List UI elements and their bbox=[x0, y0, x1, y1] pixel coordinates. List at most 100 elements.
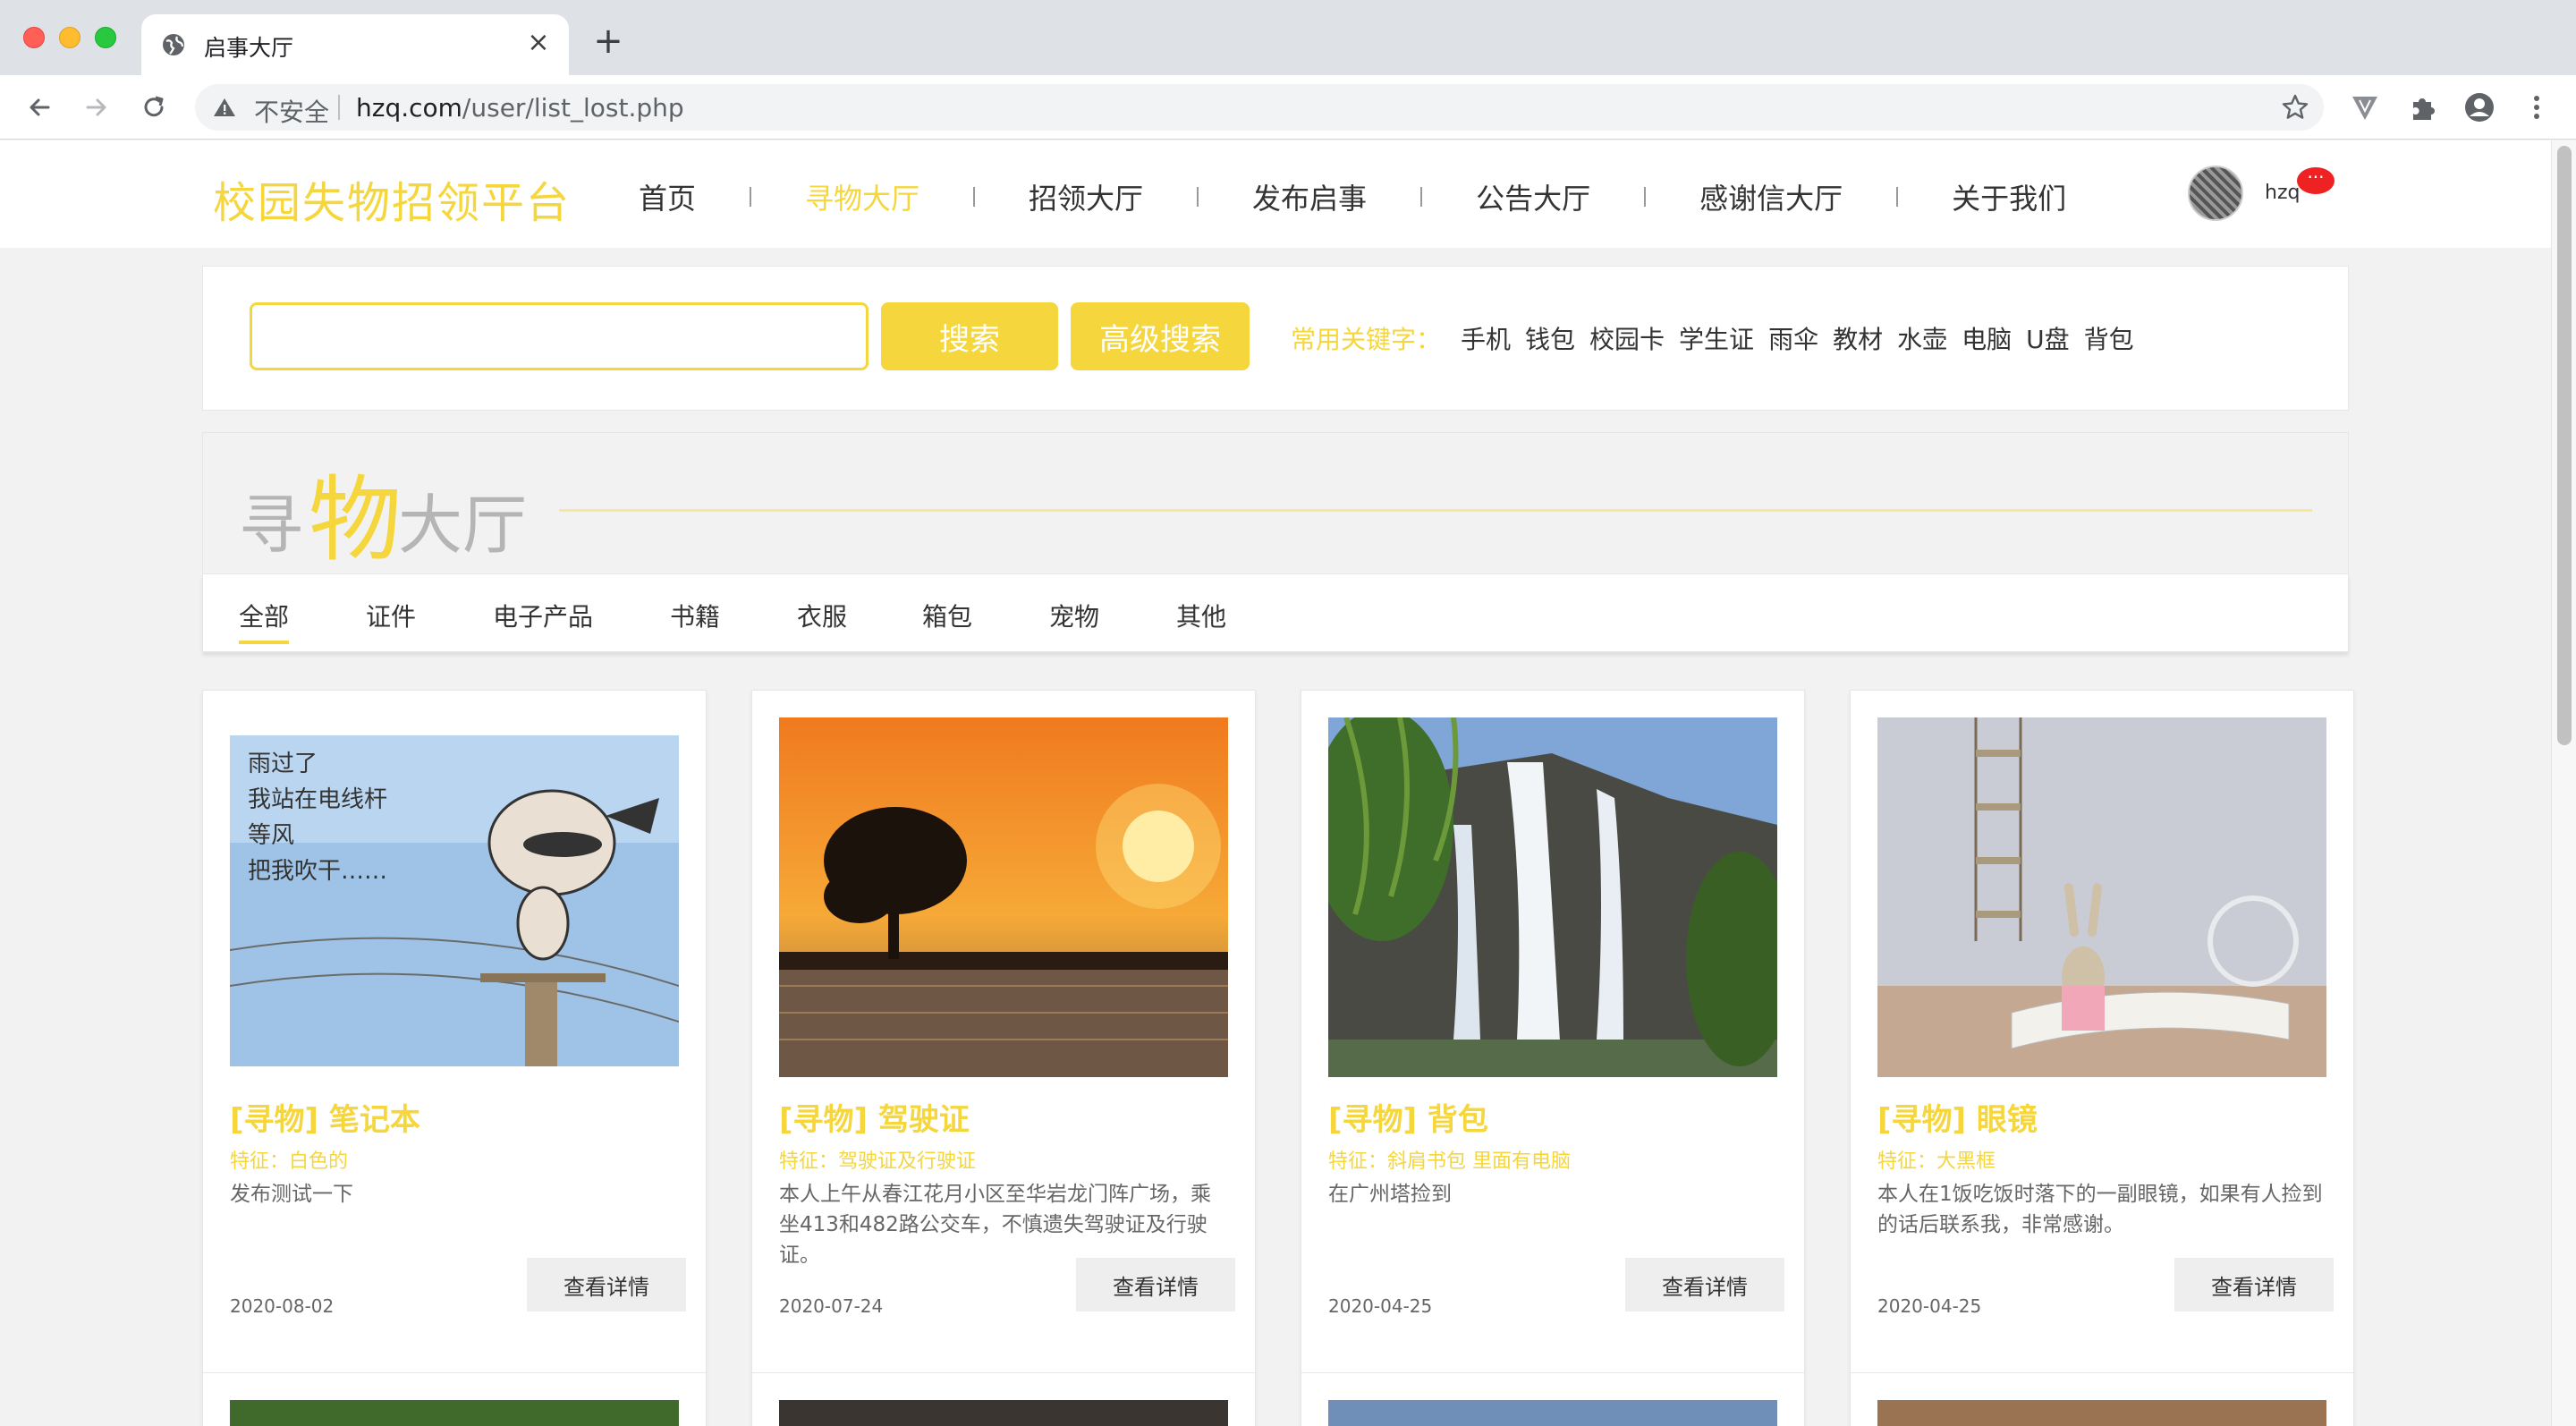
keyword-link[interactable]: U盘 bbox=[2026, 320, 2070, 356]
tab-electronics[interactable]: 电子产品 bbox=[493, 598, 593, 633]
item-title[interactable]: [寻物] 眼镜 bbox=[1877, 1095, 2038, 1139]
view-details-button[interactable]: 查看详情 bbox=[527, 1258, 686, 1311]
extension-v-icon[interactable] bbox=[2349, 91, 2381, 123]
lost-item-card[interactable]: [寻物] 眼镜 特征：大黑框 本人在1饭吃饭时落下的一副眼镜，如果有人捡到的话后… bbox=[1850, 690, 2354, 1426]
keyword-link[interactable]: 电脑 bbox=[1962, 320, 2012, 356]
advanced-search-button[interactable]: 高级搜索 bbox=[1071, 302, 1250, 370]
lost-item-card[interactable] bbox=[751, 1372, 1256, 1426]
hall-title-banner: 寻 物 大厅 bbox=[202, 432, 2349, 577]
profile-icon[interactable] bbox=[2463, 91, 2496, 123]
keyword-link[interactable]: 雨伞 bbox=[1768, 320, 1818, 356]
svg-text:等风: 等风 bbox=[248, 822, 294, 849]
lost-item-card[interactable]: [寻物] 驾驶证 特征：驾驶证及行驶证 本人上午从春江花月小区至华岩龙门阵广场，… bbox=[751, 690, 1256, 1426]
tab-pets[interactable]: 宠物 bbox=[1049, 598, 1099, 633]
menu-dots-icon[interactable] bbox=[2521, 91, 2553, 123]
item-image[interactable] bbox=[1328, 717, 1777, 1077]
item-title[interactable]: [寻物] 笔记本 bbox=[230, 1095, 420, 1139]
lost-item-card[interactable]: 雨过了 我站在电线杆 等风 把我吹干…… [寻物] 笔记本 特征：白色的 发布测… bbox=[202, 690, 707, 1426]
scrollbar-thumb[interactable] bbox=[2557, 146, 2572, 745]
nav-divider bbox=[973, 187, 976, 207]
item-description: 本人上午从春江花月小区至华岩龙门阵广场，乘坐413和482路公交车，不慎遗失驾驶… bbox=[779, 1183, 1211, 1267]
keyword-link[interactable]: 水壶 bbox=[1897, 320, 1947, 356]
category-tabs: 全部 证件 电子产品 书籍 衣服 箱包 宠物 其他 bbox=[202, 573, 2349, 652]
lost-item-card[interactable] bbox=[1301, 1372, 1805, 1426]
keyword-link[interactable]: 手机 bbox=[1461, 320, 1511, 356]
nav-divider bbox=[750, 187, 752, 207]
window-zoom-button[interactable] bbox=[95, 27, 116, 48]
item-feature: 特征：白色的 bbox=[230, 1150, 349, 1173]
reload-button[interactable] bbox=[136, 89, 172, 125]
keyword-link[interactable]: 学生证 bbox=[1679, 320, 1754, 356]
lost-item-card[interactable] bbox=[202, 1372, 707, 1426]
site-logo[interactable]: 校园失物招领平台 bbox=[213, 167, 571, 230]
tab-close-icon[interactable]: × bbox=[522, 27, 555, 59]
arrow-right-icon bbox=[86, 98, 106, 116]
item-description: 在广州塔捡到 bbox=[1328, 1183, 1452, 1206]
window-minimize-button[interactable] bbox=[59, 27, 80, 48]
hall-title-char: 寻 bbox=[239, 488, 304, 563]
extensions-puzzle-icon[interactable] bbox=[2406, 91, 2438, 123]
view-details-button[interactable]: 查看详情 bbox=[1076, 1258, 1235, 1311]
keyword-link[interactable]: 背包 bbox=[2084, 320, 2134, 356]
security-status[interactable]: 不安全 bbox=[254, 93, 329, 129]
item-title[interactable]: [寻物] 背包 bbox=[1328, 1095, 1488, 1139]
forward-button[interactable] bbox=[79, 89, 114, 125]
search-input[interactable] bbox=[250, 302, 869, 370]
item-image[interactable] bbox=[779, 1400, 1228, 1426]
tab-documents[interactable]: 证件 bbox=[366, 598, 416, 633]
view-details-button[interactable]: 查看详情 bbox=[1625, 1258, 1784, 1311]
username[interactable]: hzq bbox=[2265, 182, 2300, 204]
warning-icon bbox=[214, 98, 235, 116]
item-date: 2020-04-25 bbox=[1328, 1295, 1433, 1317]
item-image[interactable] bbox=[1877, 717, 2326, 1077]
url-text[interactable]: hzq.com/user/list_lost.php bbox=[356, 93, 684, 123]
tab-other[interactable]: 其他 bbox=[1176, 598, 1226, 633]
search-button[interactable]: 搜索 bbox=[881, 302, 1058, 370]
nav-found-hall[interactable]: 招领大厅 bbox=[1029, 176, 1143, 217]
window-close-button[interactable] bbox=[23, 27, 45, 48]
globe-icon bbox=[163, 34, 184, 55]
back-button[interactable] bbox=[21, 89, 57, 125]
view-details-button[interactable]: 查看详情 bbox=[2174, 1258, 2334, 1311]
keyword-link[interactable]: 教材 bbox=[1833, 320, 1883, 356]
item-image[interactable] bbox=[779, 717, 1228, 1077]
keyword-link[interactable]: 钱包 bbox=[1525, 320, 1575, 356]
tab-books[interactable]: 书籍 bbox=[670, 598, 720, 633]
message-badge[interactable]: ··· bbox=[2297, 167, 2334, 194]
item-feature: 特征：驾驶证及行驶证 bbox=[779, 1150, 977, 1173]
new-tab-icon[interactable]: + bbox=[590, 23, 626, 59]
item-image[interactable]: 雨过了 我站在电线杆 等风 把我吹干…… bbox=[230, 717, 679, 1077]
item-feature: 特征：斜肩书包 里面有电脑 bbox=[1328, 1150, 1571, 1173]
url-path: /user/list_lost.php bbox=[462, 93, 684, 123]
keyword-list: 手机 钱包 校园卡 学生证 雨伞 教材 水壶 电脑 U盘 背包 bbox=[1461, 320, 2148, 356]
nav-announcements[interactable]: 公告大厅 bbox=[1476, 176, 1590, 217]
item-image[interactable] bbox=[1328, 1400, 1777, 1426]
item-title[interactable]: [寻物] 驾驶证 bbox=[779, 1095, 970, 1139]
nav-divider bbox=[1644, 187, 1647, 207]
lost-item-card[interactable] bbox=[1850, 1372, 2354, 1426]
item-description: 发布测试一下 bbox=[230, 1183, 353, 1206]
nav-publish[interactable]: 发布启事 bbox=[1252, 176, 1367, 217]
lost-item-card[interactable]: [寻物] 背包 特征：斜肩书包 里面有电脑 在广州塔捡到 2020-04-25 … bbox=[1301, 690, 1805, 1426]
keyword-link[interactable]: 校园卡 bbox=[1589, 320, 1665, 356]
nav-thanks-letters[interactable]: 感谢信大厅 bbox=[1699, 176, 1843, 217]
tab-all[interactable]: 全部 bbox=[239, 598, 289, 633]
address-bar[interactable]: 不安全 hzq.com/user/list_lost.php bbox=[195, 84, 2324, 131]
reload-icon bbox=[144, 96, 164, 117]
nav-home[interactable]: 首页 bbox=[639, 176, 696, 217]
nav-lost-hall[interactable]: 寻物大厅 bbox=[805, 176, 919, 217]
item-image[interactable] bbox=[1877, 1400, 2326, 1426]
item-image[interactable] bbox=[230, 1400, 679, 1426]
url-separator bbox=[338, 95, 340, 120]
nav-divider bbox=[1420, 187, 1423, 207]
url-host: hzq.com bbox=[356, 93, 462, 123]
item-date: 2020-07-24 bbox=[779, 1295, 884, 1317]
bookmark-star-icon[interactable] bbox=[2281, 93, 2309, 122]
tab-clothes[interactable]: 衣服 bbox=[797, 598, 847, 633]
tab-bags[interactable]: 箱包 bbox=[922, 598, 972, 633]
svg-text:我站在电线杆: 我站在电线杆 bbox=[248, 786, 387, 813]
nav-about[interactable]: 关于我们 bbox=[1952, 176, 2066, 217]
page-scrollbar[interactable] bbox=[2551, 140, 2576, 1426]
user-avatar[interactable] bbox=[2188, 166, 2243, 221]
browser-tab-active[interactable]: 启事大厅 × bbox=[141, 14, 569, 75]
